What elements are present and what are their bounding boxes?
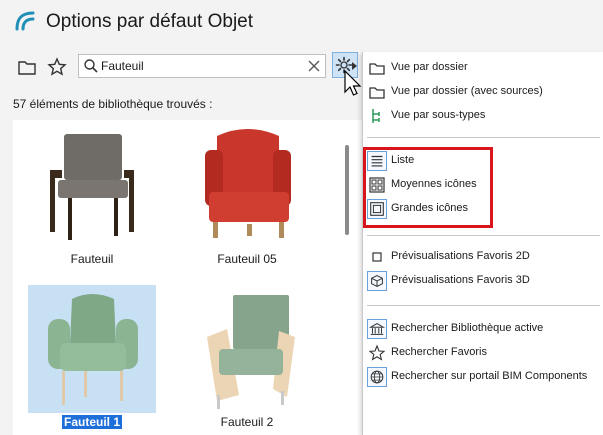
square-icon: [372, 252, 382, 262]
star-icon: [368, 344, 386, 361]
menu-item-label: Prévisualisations Favoris 2D: [391, 250, 530, 262]
armchair-red-thumbnail: [205, 129, 291, 238]
menu-separator: [367, 235, 600, 236]
menu-item-label: Rechercher sur portail BIM Components: [391, 370, 588, 382]
library-item-label: Fauteuil 2: [220, 415, 274, 429]
menu-item-label: Rechercher Bibliothèque active: [391, 322, 544, 334]
library-item-label-text: Fauteuil 1: [60, 414, 124, 430]
menu-item-label: Vue par sous-types: [391, 109, 486, 121]
menu-item-label: Prévisualisations Favoris 3D: [391, 274, 530, 286]
chevron-right-icon: [352, 62, 357, 70]
menu-item-rechercher-favoris[interactable]: Rechercher Favoris: [363, 341, 603, 365]
title-bar: Options par défaut Objet: [0, 0, 603, 44]
archicad-logo-icon: [15, 11, 35, 31]
menu-item-vue-par-dossier[interactable]: Vue par dossier: [363, 56, 603, 80]
library-icon: [367, 319, 387, 339]
view-options-menu: Vue par dossier Vue par dossier (avec so…: [362, 52, 603, 435]
menu-item-vue-par-sous-types[interactable]: Vue par sous-types: [363, 104, 603, 128]
subtype-tree-icon: [372, 109, 380, 123]
toolbar: [0, 50, 380, 84]
folder-icon: [369, 63, 385, 75]
search-field[interactable]: [78, 54, 326, 78]
results-count: 57 éléments de bibliothèque trouvés :: [13, 97, 213, 111]
folder-view-button[interactable]: [16, 56, 38, 78]
cube-icon: [367, 271, 387, 291]
menu-item-label: Rechercher Favoris: [391, 346, 487, 358]
globe-icon: [367, 367, 387, 387]
grid-scrollbar[interactable]: [345, 145, 349, 235]
armchair-green-thumbnail: [48, 294, 138, 405]
menu-item-vue-par-dossier-sources[interactable]: Vue par dossier (avec sources): [363, 80, 603, 104]
library-item-label: Fauteuil 05: [217, 252, 277, 266]
red-highlight-annotation: [363, 147, 493, 228]
library-item-label: Fauteuil: [70, 252, 114, 266]
armchair-gray-thumbnail: [50, 134, 134, 240]
menu-item-previsualisations-2d[interactable]: Prévisualisations Favoris 2D: [363, 245, 603, 269]
library-item-label: Fauteuil 1: [28, 414, 156, 430]
menu-item-previsualisations-3d[interactable]: Prévisualisations Favoris 3D: [363, 269, 603, 293]
menu-item-rechercher-portail-bim[interactable]: Rechercher sur portail BIM Components: [363, 365, 603, 389]
menu-separator: [367, 137, 600, 138]
menu-item-label: Vue par dossier (avec sources): [391, 85, 543, 97]
folder-icon: [369, 87, 385, 99]
clear-search-icon[interactable]: [307, 59, 321, 73]
mouse-cursor-icon: [344, 70, 362, 96]
search-icon: [84, 59, 98, 73]
search-input[interactable]: [101, 57, 301, 75]
menu-item-rechercher-bibliotheque[interactable]: Rechercher Bibliothèque active: [363, 317, 603, 341]
window-title: Options par défaut Objet: [46, 11, 254, 32]
favorites-star-button[interactable]: [46, 56, 68, 78]
menu-item-label: Vue par dossier: [391, 61, 468, 73]
library-item-grid: Fauteuil Fauteuil 05 Fauteuil 1 Fauteuil…: [13, 120, 365, 435]
menu-separator: [367, 305, 600, 306]
armchair-wood-frame-thumbnail: [207, 295, 295, 409]
